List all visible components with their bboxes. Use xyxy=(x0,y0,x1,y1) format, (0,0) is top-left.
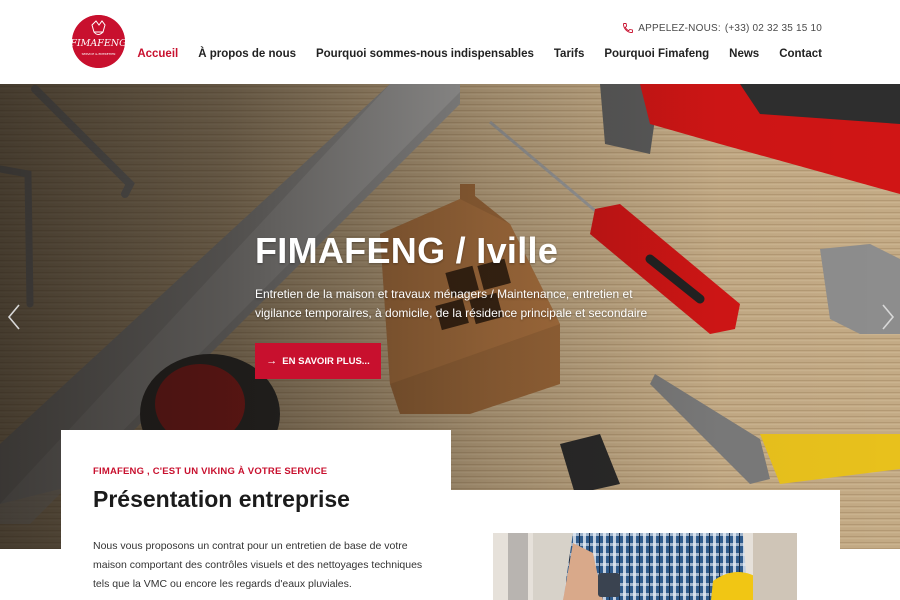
logo-tagline: SERVICE & ENTRETIEN xyxy=(82,52,116,56)
phone-contact: APPELEZ-NOUS: (+33) 02 32 35 15 10 xyxy=(622,22,822,34)
nav-item-news[interactable]: News xyxy=(729,48,759,60)
about-image-panel xyxy=(450,490,840,600)
arrow-right-icon: → xyxy=(266,355,278,367)
about-kicker: FIMAFENG , C'EST UN VIKING À VOTRE SERVI… xyxy=(93,466,328,477)
main-nav: Accueil À propos de nous Pourquoi sommes… xyxy=(117,48,822,60)
hero-subtitle: Entretien de la maison et travaux ménage… xyxy=(255,287,648,320)
about-text: Nous vous proposons un contrat pour un e… xyxy=(93,540,423,590)
nav-item-pourquoi-indispensables[interactable]: Pourquoi sommes-nous indispensables xyxy=(316,48,534,60)
phone-label: APPELEZ-NOUS: xyxy=(638,22,721,34)
nav-item-contact[interactable]: Contact xyxy=(779,48,822,60)
worker-photo xyxy=(493,533,797,600)
viking-logo-icon: FIMAFENG SERVICE & ENTRETIEN xyxy=(72,15,125,68)
chevron-left-icon[interactable] xyxy=(6,302,22,332)
learn-more-label: EN SAVOIR PLUS... xyxy=(282,355,370,367)
about-title: Présentation entreprise xyxy=(93,486,350,512)
site-header: FIMAFENG SERVICE & ENTRETIEN APPELEZ-NOU… xyxy=(0,0,900,84)
about-panel: FIMAFENG , C'EST UN VIKING À VOTRE SERVI… xyxy=(61,430,451,600)
phone-number-link[interactable]: (+33) 02 32 35 15 10 xyxy=(725,23,822,34)
learn-more-button[interactable]: → EN SAVOIR PLUS... xyxy=(255,343,381,379)
nav-item-tarifs[interactable]: Tarifs xyxy=(554,48,584,60)
worker-image xyxy=(493,533,797,600)
phone-icon xyxy=(623,23,634,33)
logo[interactable]: FIMAFENG SERVICE & ENTRETIEN xyxy=(72,15,125,68)
nav-item-accueil[interactable]: Accueil xyxy=(137,48,178,60)
chevron-right-icon[interactable] xyxy=(880,302,896,332)
hero-title: FIMAFENG / Iville xyxy=(255,230,559,271)
nav-item-pourquoi-fimafeng[interactable]: Pourquoi Fimafeng xyxy=(604,48,709,60)
nav-item-a-propos[interactable]: À propos de nous xyxy=(198,48,296,60)
